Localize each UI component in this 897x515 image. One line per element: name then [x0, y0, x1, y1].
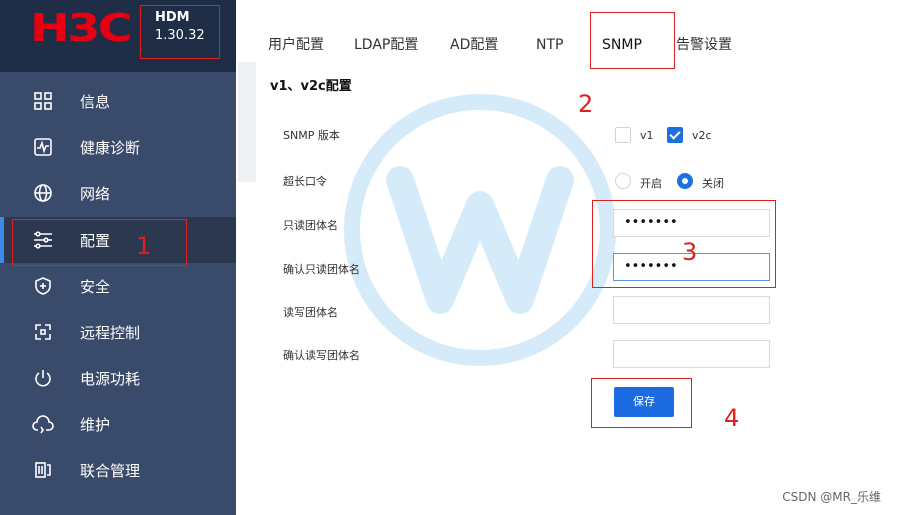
annotation-box-save: [591, 378, 692, 428]
sidebar-item-security[interactable]: 安全: [0, 263, 236, 309]
annotation-box-snmp-tab: [590, 12, 675, 69]
sidebar-item-power[interactable]: 电源功耗: [0, 355, 236, 401]
sidebar-item-federation[interactable]: 联合管理: [0, 447, 236, 493]
tab-bar: 用户配置 LDAP配置 AD配置 NTP SNMP 告警设置: [236, 28, 897, 64]
sidebar-item-health[interactable]: 健康诊断: [0, 124, 236, 170]
sidebar-item-label: 信息: [80, 92, 111, 111]
ro-community-confirm-label: 确认只读团体名: [283, 263, 360, 276]
tab-ldap-config[interactable]: LDAP配置: [354, 28, 418, 62]
grid-icon: [32, 90, 54, 112]
sidebar-item-network[interactable]: 网络: [0, 170, 236, 216]
sidebar-item-label: 健康诊断: [80, 138, 141, 157]
tab-alarm-settings[interactable]: 告警设置: [676, 28, 732, 62]
long-password-on-radio[interactable]: [615, 173, 631, 189]
sidebar-item-label: 电源功耗: [80, 369, 141, 388]
section-title: v1、v2c配置: [270, 79, 352, 94]
rw-community-confirm-label: 确认读写团体名: [283, 349, 360, 362]
health-monitor-icon: [32, 136, 54, 158]
h3c-logo: H3C: [30, 6, 133, 50]
shield-plus-icon: [32, 275, 54, 297]
annotation-number-4: 4: [724, 404, 740, 432]
v2c-checkbox[interactable]: [667, 127, 683, 143]
rw-community-confirm-input[interactable]: [613, 340, 770, 368]
long-password-label: 超长口令: [283, 175, 327, 188]
sidebar-item-remote[interactable]: 远程控制: [0, 309, 236, 355]
v1-option-label: v1: [640, 129, 654, 142]
tab-ad-config[interactable]: AD配置: [450, 28, 498, 62]
tab-ntp[interactable]: NTP: [536, 28, 563, 62]
long-password-off-label: 关闭: [702, 177, 724, 190]
remote-icon: [32, 321, 54, 343]
sidebar-item-maintenance[interactable]: 维护: [0, 401, 236, 447]
sidebar-item-label: 网络: [80, 184, 111, 203]
rw-community-input[interactable]: [613, 296, 770, 324]
snmp-version-label: SNMP 版本: [283, 129, 340, 142]
cloud-refresh-icon: [32, 413, 54, 435]
sidebar-item-label: 维护: [80, 415, 111, 434]
ro-community-label: 只读团体名: [283, 219, 338, 232]
long-password-off-radio[interactable]: [677, 173, 693, 189]
v1-checkbox[interactable]: [615, 127, 631, 143]
annotation-box-version: [140, 5, 220, 59]
rw-community-label: 读写团体名: [283, 306, 338, 319]
annotation-number-1: 1: [136, 232, 152, 260]
sidebar-item-label: 联合管理: [80, 461, 141, 480]
sidebar-item-label: 远程控制: [80, 323, 141, 342]
annotation-number-2: 2: [578, 90, 594, 118]
long-password-on-label: 开启: [640, 177, 662, 190]
v2c-option-label: v2c: [692, 129, 712, 142]
globe-icon: [32, 182, 54, 204]
sidebar-item-info[interactable]: 信息: [0, 78, 236, 124]
federation-icon: [32, 459, 54, 481]
sidebar-item-label: 安全: [80, 277, 111, 296]
power-icon: [32, 367, 54, 389]
annotation-box-config: [12, 219, 187, 266]
snmp-form-panel: [256, 62, 897, 515]
tab-user-config[interactable]: 用户配置: [268, 28, 324, 62]
annotation-number-3: 3: [682, 238, 698, 266]
panel-left-strip: [238, 62, 256, 182]
csdn-credit: CSDN @MR_乐维: [782, 490, 881, 504]
